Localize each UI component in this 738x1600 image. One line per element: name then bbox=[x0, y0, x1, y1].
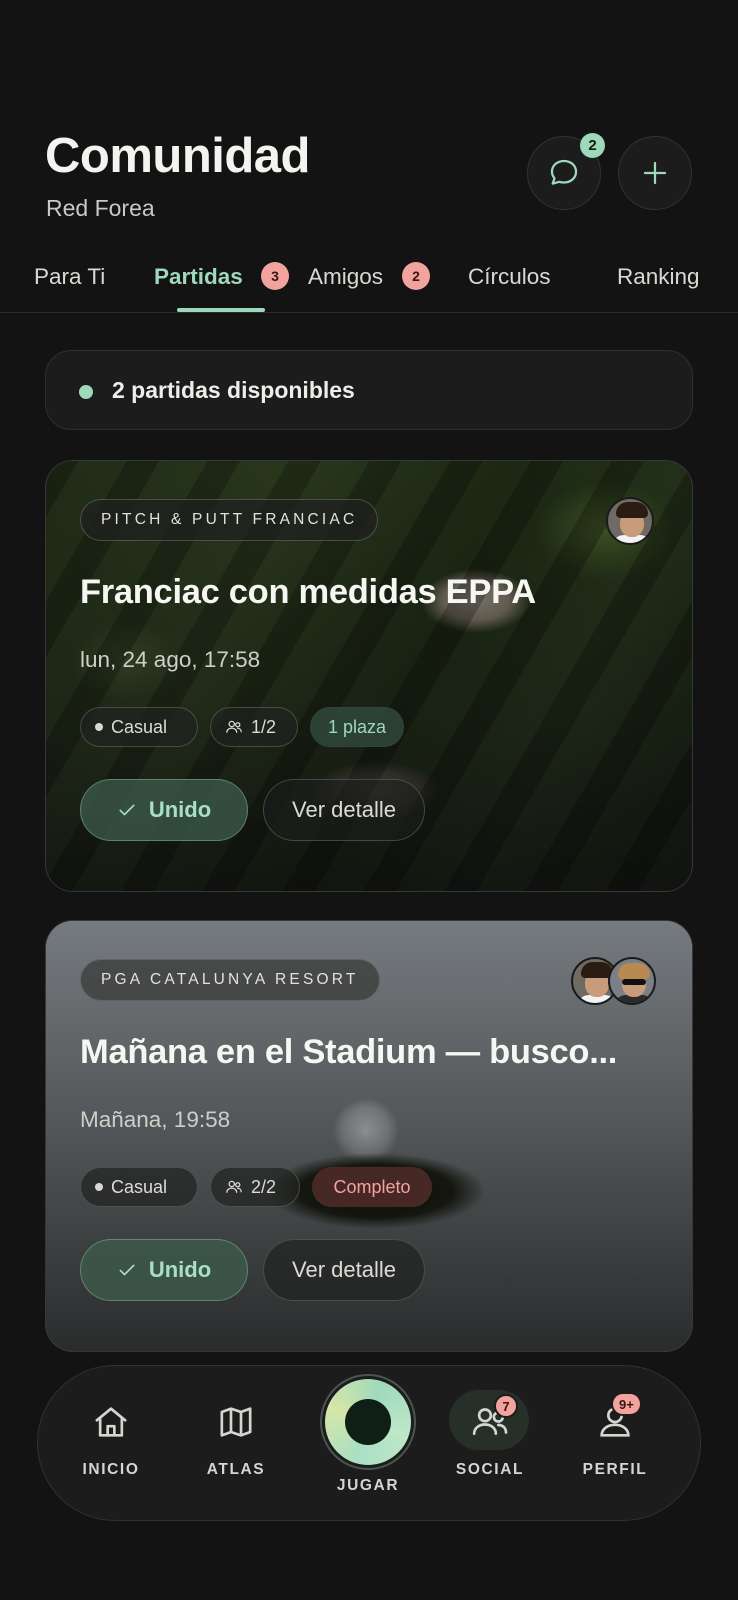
nav-atlas[interactable]: ATLAS bbox=[181, 1366, 291, 1522]
bottom-nav: INICIO ATLAS JUGAR 7 SOCIAL 9+ PERFIL bbox=[37, 1365, 701, 1521]
profile-badge: 9+ bbox=[611, 1392, 642, 1416]
avatar bbox=[608, 957, 656, 1005]
community-tabs: Para Ti Partidas 3 Amigos 2 Círculos Ran… bbox=[0, 256, 738, 314]
community-screen: Comunidad Red Forea 2 Para Ti Partidas 3… bbox=[0, 0, 738, 1600]
avatar bbox=[606, 497, 654, 545]
tab-partidas[interactable]: Partidas bbox=[154, 264, 243, 290]
status-dot bbox=[79, 385, 93, 399]
nav-label: ATLAS bbox=[206, 1461, 266, 1478]
nav-label: SOCIAL bbox=[455, 1461, 525, 1478]
availability-banner: 2 partidas disponibles bbox=[45, 350, 693, 430]
match-card[interactable]: PITCH & PUTT FRANCIAC Franciac con medid… bbox=[45, 460, 693, 892]
tab-para-ti[interactable]: Para Ti bbox=[34, 264, 105, 290]
joined-button[interactable]: Unido bbox=[80, 1239, 248, 1301]
match-title: Franciac con medidas EPPA bbox=[80, 573, 536, 611]
dot-icon bbox=[95, 1183, 103, 1191]
match-type-chip: Casual bbox=[80, 707, 198, 747]
nav-label: PERFIL bbox=[582, 1461, 648, 1478]
page-title: Comunidad bbox=[45, 129, 310, 183]
home-icon bbox=[95, 1407, 127, 1437]
nav-label: JUGAR bbox=[336, 1477, 400, 1494]
nav-label: INICIO bbox=[82, 1461, 140, 1478]
page-subtitle: Red Forea bbox=[46, 195, 155, 221]
plus-icon bbox=[643, 161, 667, 185]
players-chip: 1/2 bbox=[210, 707, 298, 747]
status-badge: 1 plaza bbox=[310, 707, 404, 747]
availability-text: 2 partidas disponibles bbox=[112, 377, 355, 403]
play-button[interactable] bbox=[320, 1374, 416, 1470]
play-ring-icon bbox=[325, 1379, 411, 1465]
venue-badge: PGA CATALUNYA RESORT bbox=[80, 959, 380, 1001]
nav-inicio[interactable]: INICIO bbox=[56, 1366, 166, 1522]
check-icon bbox=[119, 1264, 135, 1276]
tab-amigos[interactable]: Amigos bbox=[308, 264, 383, 290]
social-badge: 7 bbox=[494, 1394, 518, 1418]
create-match-button[interactable] bbox=[618, 136, 692, 210]
joined-button[interactable]: Unido bbox=[80, 779, 248, 841]
nav-social[interactable]: 7 SOCIAL bbox=[435, 1366, 545, 1522]
check-icon bbox=[119, 804, 135, 816]
messages-badge: 2 bbox=[580, 133, 605, 158]
nav-perfil[interactable]: 9+ PERFIL bbox=[560, 1366, 670, 1522]
match-date: Mañana, 19:58 bbox=[80, 1107, 231, 1132]
dot-icon bbox=[95, 723, 103, 731]
people-icon bbox=[226, 720, 242, 733]
tab-circulos[interactable]: Círculos bbox=[468, 264, 551, 290]
match-date: lun, 24 ago, 17:58 bbox=[80, 647, 261, 672]
match-title: Mañana en el Stadium — busco... bbox=[80, 1033, 618, 1071]
tab-ranking[interactable]: Ranking bbox=[617, 264, 700, 290]
match-card[interactable]: PGA CATALUNYA RESORT Mañana en el Stadiu… bbox=[45, 920, 693, 1352]
players-chip: 2/2 bbox=[210, 1167, 300, 1207]
view-detail-button[interactable]: Ver detalle bbox=[263, 779, 425, 841]
map-icon bbox=[220, 1407, 252, 1437]
status-badge: Completo bbox=[312, 1167, 432, 1207]
view-detail-button[interactable]: Ver detalle bbox=[263, 1239, 425, 1301]
people-icon bbox=[226, 1180, 242, 1193]
tab-partidas-badge: 3 bbox=[261, 262, 289, 290]
tabs-divider bbox=[0, 312, 738, 313]
chat-bubble-icon bbox=[550, 159, 578, 185]
tab-amigos-badge: 2 bbox=[402, 262, 430, 290]
venue-badge: PITCH & PUTT FRANCIAC bbox=[80, 499, 379, 541]
match-type-chip: Casual bbox=[80, 1167, 198, 1207]
